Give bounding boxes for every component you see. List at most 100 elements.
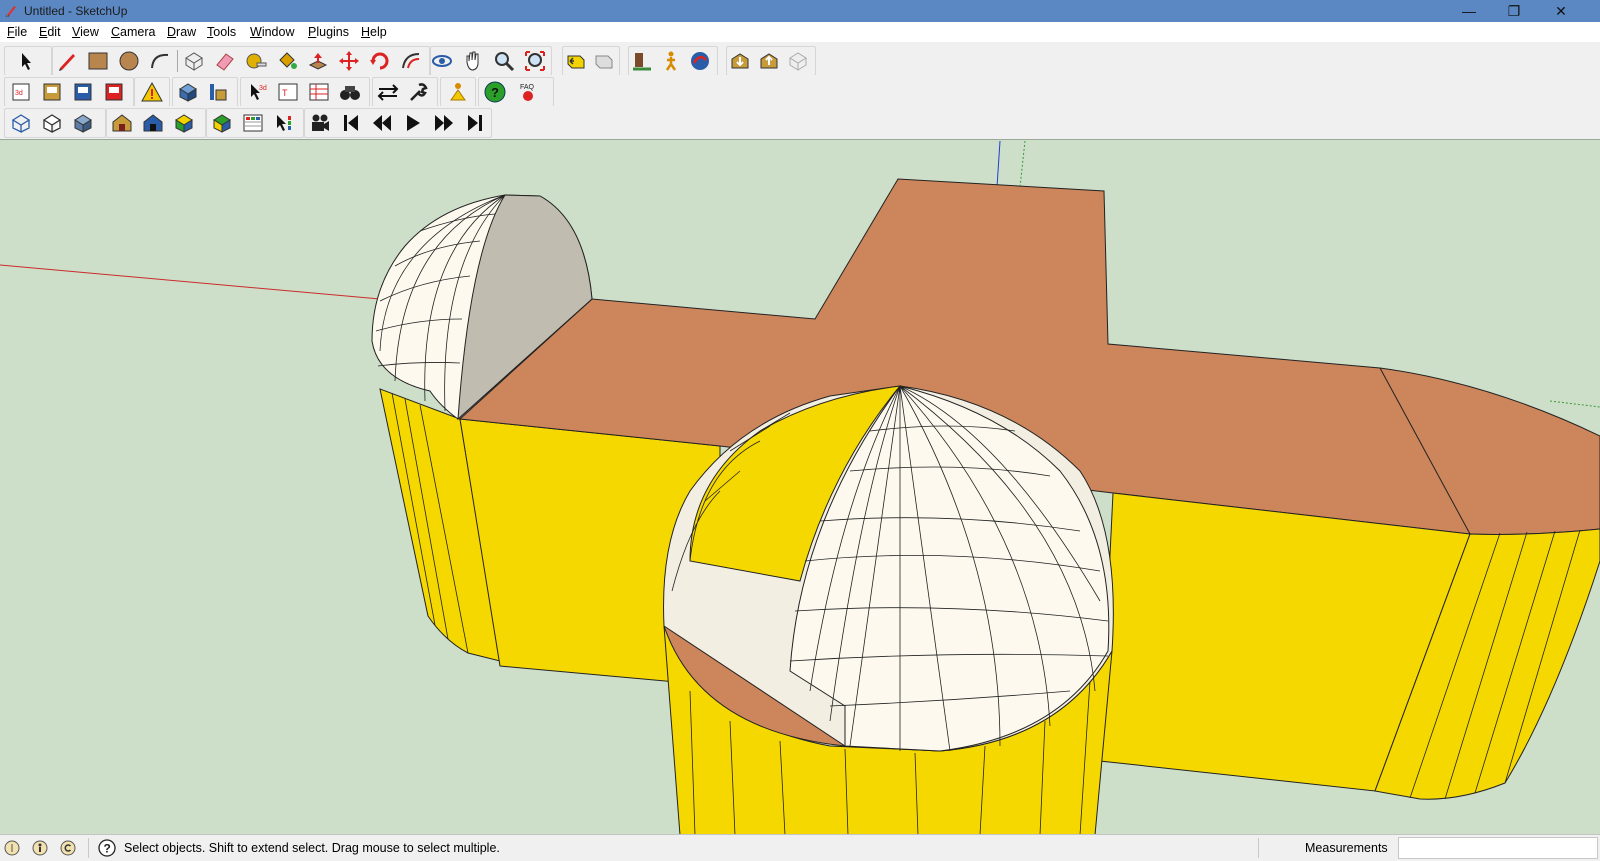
grid-table-icon[interactable]: [242, 112, 264, 134]
toolbar-figure: [440, 77, 476, 107]
share-model-icon[interactable]: [758, 50, 780, 72]
blue-axis: [996, 140, 1001, 188]
movie-camera-icon[interactable]: [309, 112, 331, 134]
menu-view[interactable]: View: [72, 25, 99, 39]
drawing-viewport[interactable]: [0, 139, 1600, 835]
last-frame-icon[interactable]: [464, 112, 486, 134]
house-shaded-icon[interactable]: [111, 112, 133, 134]
restore-button[interactable]: ❐: [1491, 0, 1537, 22]
menu-edit[interactable]: Edit: [39, 25, 61, 39]
menu-draw[interactable]: Draw: [167, 25, 196, 39]
sketchup-app-icon: [5, 6, 16, 17]
eraser-icon[interactable]: [214, 50, 236, 72]
walk-icon[interactable]: [660, 50, 682, 72]
swap-arrows-icon[interactable]: [377, 81, 399, 103]
export-dxf-icon[interactable]: [72, 81, 94, 103]
toolbar-animation: [304, 108, 492, 138]
zoom-extents-icon[interactable]: [524, 50, 546, 72]
make-component-icon[interactable]: [183, 50, 205, 72]
model-info-icon[interactable]: [177, 81, 199, 103]
position-camera-icon[interactable]: [631, 50, 653, 72]
share-component-icon[interactable]: [787, 50, 809, 72]
menu-help[interactable]: Help: [361, 25, 387, 39]
previous-view-icon[interactable]: [565, 50, 587, 72]
house-texture-icon[interactable]: [142, 112, 164, 134]
measurements-input[interactable]: [1398, 837, 1598, 859]
credits-icon[interactable]: [32, 840, 48, 856]
play-icon[interactable]: [402, 112, 424, 134]
toolbar-help: ? FAQ: [478, 77, 554, 107]
export-web-icon[interactable]: [103, 81, 125, 103]
arc-icon[interactable]: [149, 50, 171, 72]
status-divider: [1258, 838, 1259, 858]
paint-bucket-icon[interactable]: [276, 50, 298, 72]
instructor-help-icon[interactable]: ?: [98, 839, 116, 857]
close-button[interactable]: ✕: [1538, 0, 1584, 22]
shaded-box-icon[interactable]: [72, 112, 94, 134]
next-view-icon[interactable]: [593, 50, 615, 72]
zoom-icon[interactable]: [493, 50, 515, 72]
toolbar-materials: [206, 108, 304, 138]
rectangle-icon[interactable]: [87, 50, 109, 72]
pan-icon[interactable]: [462, 50, 484, 72]
wireframe-icon[interactable]: [10, 112, 32, 134]
rotate-icon[interactable]: [369, 50, 391, 72]
copyright-icon[interactable]: [60, 840, 76, 856]
toolbar-warehouse: [726, 46, 816, 76]
menu-camera[interactable]: Camera: [111, 25, 155, 39]
help-icon[interactable]: ?: [484, 81, 506, 103]
table-icon[interactable]: [308, 81, 330, 103]
status-divider: [88, 838, 89, 858]
materials-cube-icon[interactable]: [211, 112, 233, 134]
move-icon[interactable]: [338, 50, 360, 72]
menu-tools[interactable]: Tools: [207, 25, 236, 39]
orbit-icon[interactable]: [431, 50, 453, 72]
rewind-icon[interactable]: [371, 112, 393, 134]
menu-window[interactable]: Window: [250, 25, 294, 39]
status-message: Select objects. Shift to extend select. …: [124, 841, 500, 855]
svg-text:FAQ: FAQ: [520, 84, 535, 91]
first-frame-icon[interactable]: [340, 112, 362, 134]
push-pull-icon[interactable]: [307, 50, 329, 72]
faq-icon[interactable]: FAQ: [517, 81, 539, 103]
text-3d-icon[interactable]: T: [277, 81, 299, 103]
offset-icon[interactable]: [400, 50, 422, 72]
toolbar-row-3: [0, 106, 1600, 138]
select-icon[interactable]: [15, 50, 37, 72]
svg-text:?: ?: [491, 85, 499, 100]
hidden-line-icon[interactable]: [41, 112, 63, 134]
title-bar: Untitled - SketchUp — ❐ ✕: [0, 0, 1600, 22]
geo-location-icon[interactable]: [4, 840, 20, 856]
menu-plugins[interactable]: Plugins: [308, 25, 349, 39]
toolbar-text: 3d T: [240, 77, 370, 107]
get-models-icon[interactable]: [729, 50, 751, 72]
menu-bar: File Edit View Camera Draw Tools Window …: [0, 22, 1600, 42]
text-cursor-icon[interactable]: 3d: [246, 81, 268, 103]
window-title: Untitled - SketchUp: [24, 4, 128, 18]
status-bar: ? Select objects. Shift to extend select…: [0, 834, 1600, 861]
model-canvas[interactable]: [0, 140, 1600, 835]
wrench-icon[interactable]: [407, 81, 429, 103]
select-bars-icon[interactable]: [273, 112, 295, 134]
warning-icon[interactable]: [141, 81, 163, 103]
circle-icon[interactable]: [118, 50, 140, 72]
svg-text:3d: 3d: [259, 85, 267, 92]
figure-icon[interactable]: [447, 81, 469, 103]
export-3d-icon[interactable]: 3d: [10, 81, 32, 103]
color-cube-icon[interactable]: [173, 112, 195, 134]
svg-text:3d: 3d: [15, 90, 23, 97]
binoculars-icon[interactable]: [339, 81, 361, 103]
measurements-label: Measurements: [1305, 841, 1388, 855]
toolbar-tools-extra: [372, 77, 438, 107]
toolbar-camera: [430, 46, 552, 76]
menu-file[interactable]: File: [7, 25, 27, 39]
look-around-icon[interactable]: [689, 50, 711, 72]
minimize-button[interactable]: —: [1446, 0, 1492, 22]
pencil-line-icon[interactable]: [56, 50, 78, 72]
toolbar-warning: [134, 77, 170, 107]
toolbar-export: 3d: [4, 77, 134, 107]
export-obj-icon[interactable]: [41, 81, 63, 103]
tape-measure-icon[interactable]: [245, 50, 267, 72]
fast-forward-icon[interactable]: [433, 112, 455, 134]
layers-icon[interactable]: [207, 81, 229, 103]
